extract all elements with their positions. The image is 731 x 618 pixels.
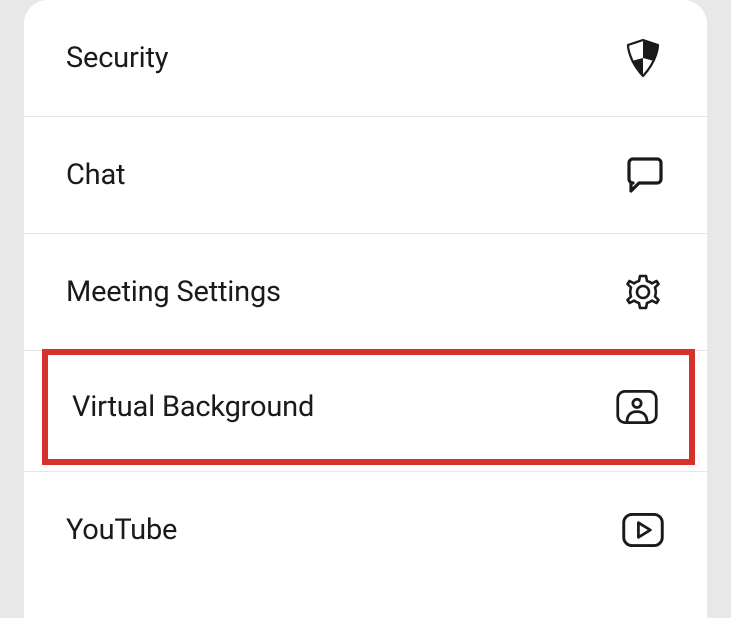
menu-item-meeting-settings[interactable]: Meeting Settings (24, 234, 707, 351)
menu-label-youtube: YouTube (66, 513, 177, 547)
menu-label-security: Security (66, 41, 168, 75)
menu-label-virtual-background: Virtual Background (72, 390, 314, 424)
menu-label-meeting-settings: Meeting Settings (66, 275, 281, 309)
shield-icon (621, 36, 665, 80)
chat-icon (621, 153, 665, 197)
gear-icon (621, 270, 665, 314)
menu-label-chat: Chat (66, 158, 125, 192)
menu-item-virtual-background[interactable]: Virtual Background (48, 355, 689, 459)
menu-item-youtube[interactable]: YouTube (24, 472, 707, 588)
menu-item-chat[interactable]: Chat (24, 117, 707, 234)
annotation-highlight: Virtual Background (42, 349, 695, 465)
menu-item-security[interactable]: Security (24, 0, 707, 117)
person-frame-icon (615, 385, 659, 429)
play-box-icon (621, 508, 665, 552)
settings-panel: Security Chat Meeting Settings Vir (24, 0, 707, 618)
